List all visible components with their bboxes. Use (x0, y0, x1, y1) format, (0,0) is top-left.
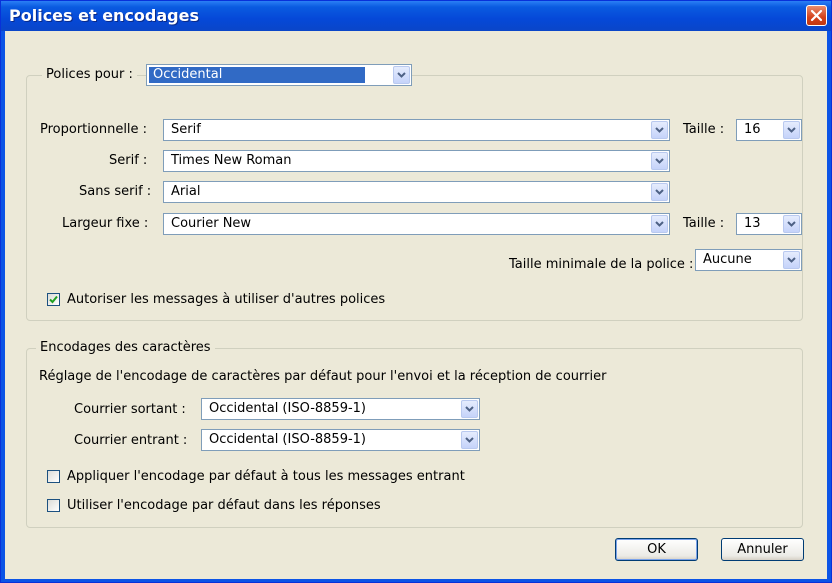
title-bar[interactable]: Polices et encodages (1, 1, 831, 31)
incoming-value: Occidental (ISO-8859-1) (209, 432, 366, 447)
chevron-down-icon[interactable] (651, 152, 668, 170)
close-button[interactable] (806, 5, 827, 26)
sans-serif-label: Sans serif : (79, 184, 152, 199)
serif-value: Times New Roman (171, 153, 292, 168)
use-in-replies-label[interactable]: Utiliser l'encodage par défaut dans les … (67, 498, 381, 514)
min-size-select[interactable]: Aucune (695, 249, 802, 271)
proportional-label: Proportionnelle : (40, 122, 148, 137)
incoming-encoding-select[interactable]: Occidental (ISO-8859-1) (201, 429, 480, 451)
fixed-width-label: Largeur fixe : (62, 216, 149, 231)
apply-all-label[interactable]: Appliquer l'encodage par défaut à tous l… (67, 469, 465, 485)
chevron-down-icon[interactable] (651, 183, 668, 201)
language-select[interactable]: Occidental (146, 64, 412, 86)
min-size-value: Aucune (703, 252, 752, 267)
outgoing-value: Occidental (ISO-8859-1) (209, 401, 366, 416)
chevron-down-icon[interactable] (783, 251, 800, 269)
outgoing-label: Courrier sortant : (74, 402, 186, 417)
serif-label: Serif : (109, 153, 148, 168)
chevron-down-icon[interactable] (461, 400, 478, 418)
chevron-down-icon[interactable] (461, 431, 478, 449)
fixed-width-value: Courier New (171, 216, 252, 231)
proportional-value: Serif (171, 122, 201, 137)
language-value: Occidental (149, 67, 365, 83)
chevron-down-icon[interactable] (783, 121, 800, 139)
chevron-down-icon[interactable] (651, 215, 668, 233)
use-in-replies-checkbox[interactable] (47, 499, 60, 512)
encoding-description: Réglage de l'encodage de caractères par … (39, 369, 607, 384)
chevron-down-icon[interactable] (651, 121, 668, 139)
size-value-1: 16 (744, 122, 761, 137)
size-select-2[interactable]: 13 (736, 213, 802, 235)
size-label-2: Taille : (683, 216, 725, 231)
sans-serif-value: Arial (171, 184, 201, 199)
chevron-down-icon[interactable] (783, 215, 800, 233)
cancel-button[interactable]: Annuler (721, 538, 804, 561)
incoming-label: Courrier entrant : (74, 433, 188, 448)
outgoing-encoding-select[interactable]: Occidental (ISO-8859-1) (201, 398, 480, 420)
fonts-group-legend: Polices pour : (42, 67, 137, 83)
allow-fonts-checkbox[interactable] (47, 293, 60, 306)
chevron-down-icon[interactable] (393, 66, 410, 84)
serif-select[interactable]: Times New Roman (163, 150, 670, 172)
size-value-2: 13 (744, 216, 761, 231)
dialog-window: Polices et encodages Polices pour : Occi… (0, 0, 832, 583)
fixed-width-select[interactable]: Courier New (163, 213, 670, 235)
encoding-group-legend: Encodages des caractères (36, 340, 215, 356)
window-title: Polices et encodages (9, 6, 199, 25)
apply-all-checkbox[interactable] (47, 470, 60, 483)
sans-serif-select[interactable]: Arial (163, 181, 670, 203)
size-select-1[interactable]: 16 (736, 119, 802, 141)
min-size-label: Taille minimale de la police : (509, 257, 694, 272)
dialog-body: Polices pour : Occidental Proportionnell… (5, 31, 827, 579)
proportional-select[interactable]: Serif (163, 119, 670, 141)
allow-fonts-label[interactable]: Autoriser les messages à utiliser d'autr… (67, 292, 385, 308)
size-label-1: Taille : (683, 122, 725, 137)
ok-button[interactable]: OK (615, 538, 698, 561)
